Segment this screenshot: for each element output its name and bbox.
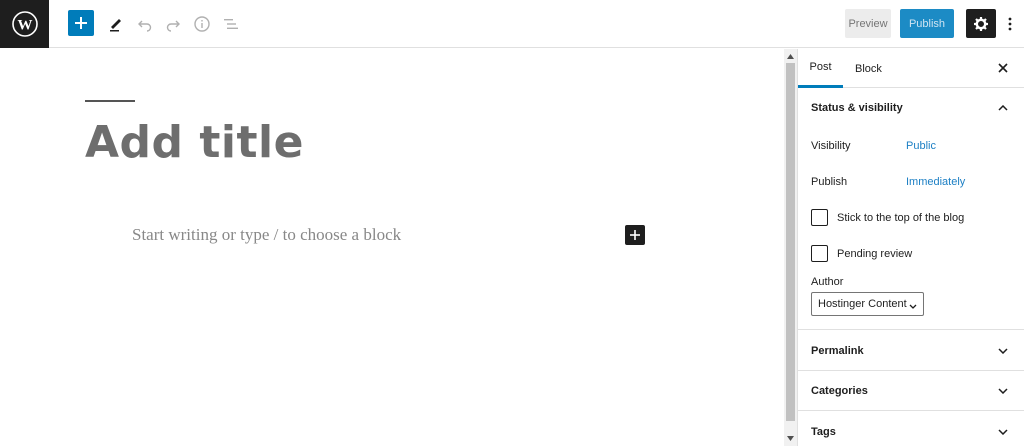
panel-title: Permalink <box>811 345 864 357</box>
scroll-thumb[interactable] <box>786 63 795 421</box>
visibility-label: Visibility <box>811 140 851 152</box>
publish-date-toggle[interactable]: Immediately <box>906 176 965 188</box>
undo-button[interactable] <box>131 10 159 38</box>
categories-panel-header[interactable]: Categories <box>798 371 1024 411</box>
publish-button[interactable]: Publish <box>900 9 954 38</box>
info-icon <box>194 16 210 32</box>
sticky-checkbox[interactable] <box>811 209 828 226</box>
redo-button[interactable] <box>159 10 187 38</box>
inline-add-block-button[interactable] <box>625 225 645 245</box>
status-visibility-panel-body: Visibility Public Publish Immediately St… <box>798 128 1024 330</box>
close-sidebar-button[interactable] <box>996 61 1010 75</box>
scroll-up-arrow-icon[interactable] <box>784 49 797 63</box>
tab-post[interactable]: Post <box>798 49 843 88</box>
tags-panel-header[interactable]: Tags <box>798 412 1024 446</box>
preview-button[interactable]: Preview <box>845 9 891 38</box>
plus-icon <box>75 17 87 29</box>
wordpress-logo-icon[interactable]: W <box>0 0 49 48</box>
pending-review-label: Pending review <box>837 248 913 260</box>
more-vertical-icon <box>1008 17 1012 31</box>
sidebar-tabs: Post Block <box>798 49 1024 88</box>
settings-sidebar: Post Block Status & visibility Visibilit… <box>797 49 1024 446</box>
options-menu-button[interactable] <box>1002 12 1018 36</box>
chevron-down-icon <box>996 425 1010 439</box>
tools-button[interactable] <box>102 10 130 38</box>
tab-block[interactable]: Block <box>855 49 885 88</box>
pending-review-checkbox[interactable] <box>811 245 828 262</box>
chevron-down-icon <box>996 344 1010 358</box>
author-select-value: Hostinger Content <box>818 298 907 310</box>
undo-icon <box>138 20 152 32</box>
publish-label: Publish <box>811 176 848 188</box>
panel-title: Categories <box>811 385 868 397</box>
chevron-up-icon <box>996 101 1010 115</box>
details-button[interactable] <box>188 10 216 38</box>
redo-icon <box>166 20 180 32</box>
gear-icon <box>974 16 988 31</box>
permalink-panel-header[interactable]: Permalink <box>798 331 1024 371</box>
plus-icon <box>630 230 640 240</box>
editor-canvas: Add title Start writing or type / to cho… <box>0 49 784 446</box>
list-view-button[interactable] <box>217 10 245 38</box>
block-appender-placeholder[interactable]: Start writing or type / to choose a bloc… <box>132 225 401 245</box>
editor-header: W Preview Publish <box>0 0 1024 48</box>
chevron-down-icon <box>909 300 917 312</box>
pencil-icon <box>110 19 121 32</box>
visibility-toggle[interactable]: Public <box>906 140 936 152</box>
add-block-button[interactable] <box>68 10 94 36</box>
settings-button[interactable] <box>966 9 996 38</box>
editor-scrollbar[interactable] <box>784 49 797 446</box>
list-view-icon <box>224 19 238 29</box>
svg-text:W: W <box>17 18 32 34</box>
close-icon <box>998 63 1008 73</box>
title-divider <box>85 100 135 102</box>
sticky-label: Stick to the top of the blog <box>837 212 965 224</box>
author-label: Author <box>811 276 844 288</box>
chevron-down-icon <box>996 384 1010 398</box>
status-visibility-panel-header[interactable]: Status & visibility <box>798 88 1024 128</box>
scroll-down-arrow-icon[interactable] <box>784 431 797 445</box>
panel-title: Tags <box>811 426 836 438</box>
author-select[interactable]: Hostinger Content <box>811 292 924 316</box>
post-title-input[interactable]: Add title <box>85 117 304 168</box>
panel-title: Status & visibility <box>811 102 903 114</box>
